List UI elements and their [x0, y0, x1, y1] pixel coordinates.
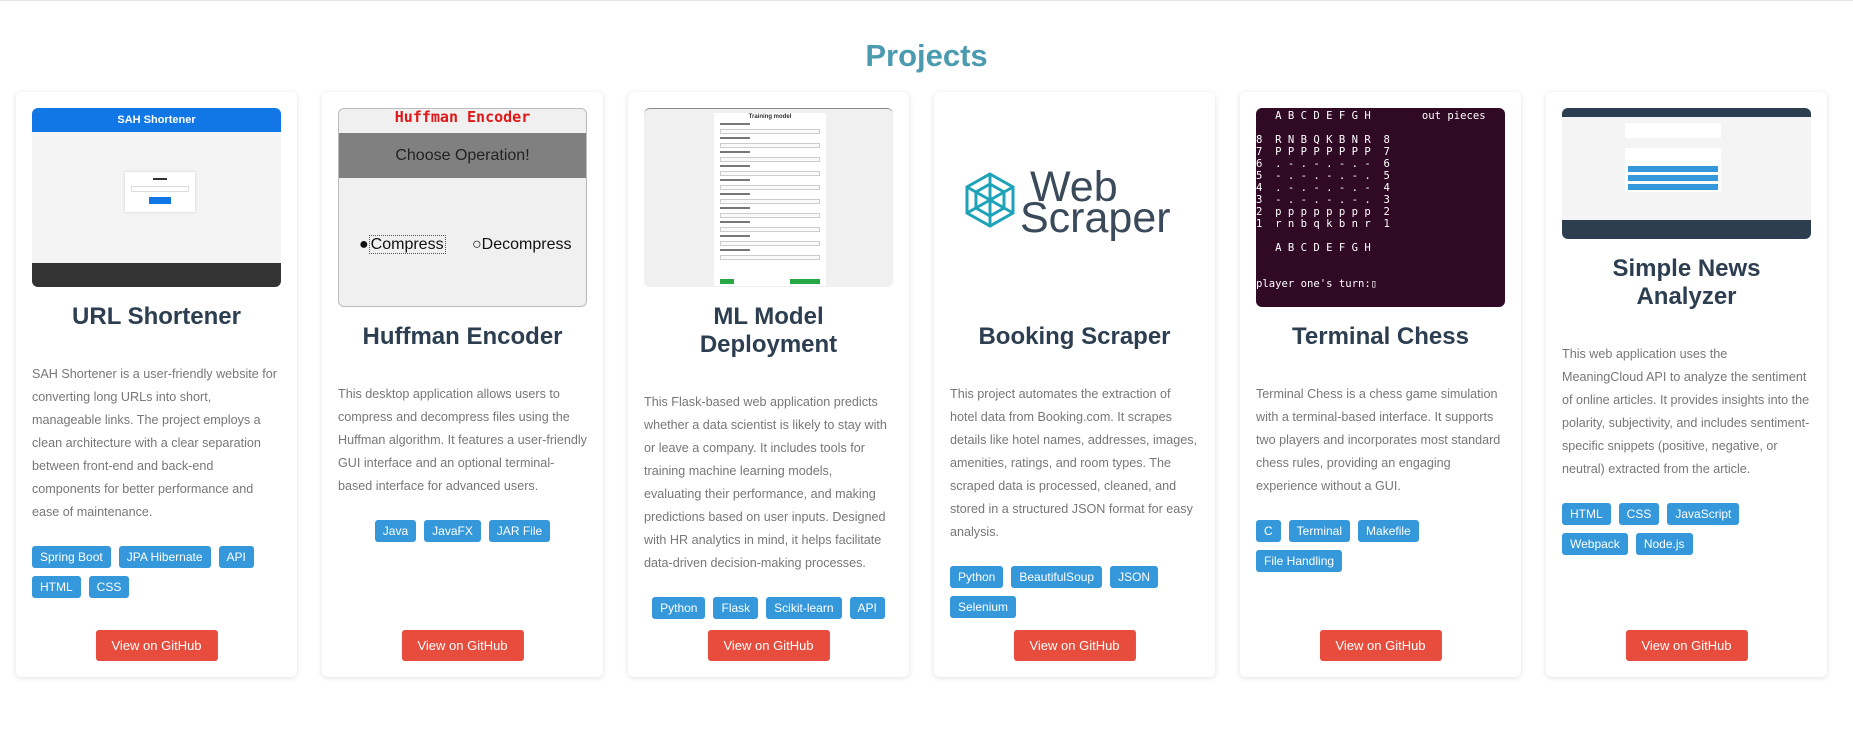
view-github-button[interactable]: View on GitHub: [401, 630, 524, 661]
tag-list: C Terminal Makefile File Handling: [1256, 520, 1505, 572]
tech-tag: BeautifulSoup: [1011, 566, 1103, 588]
projects-grid: SAH Shortener URL Shortener SAH Shortene…: [16, 92, 1827, 677]
tag-list: HTML CSS JavaScript Webpack Node.js: [1562, 503, 1811, 555]
project-screenshot: [1562, 108, 1811, 239]
view-github-button[interactable]: View on GitHub: [95, 630, 218, 661]
project-title: URL Shortener: [72, 303, 241, 330]
tag-list: Python BeautifulSoup JSON Selenium: [950, 566, 1199, 618]
project-title: Booking Scraper: [978, 323, 1171, 350]
project-screenshot: Training model: [644, 108, 893, 287]
project-description: This web application uses the MeaningClo…: [1562, 347, 1810, 476]
tech-tag: JAR File: [488, 520, 551, 542]
thumb-input-panel: [1625, 123, 1721, 138]
project-title: ML Model Deployment: [699, 303, 838, 358]
view-github-button[interactable]: View on GitHub: [1319, 630, 1442, 661]
thumb-navbar: [1562, 108, 1811, 117]
project-description: This project automates the extraction of…: [950, 387, 1198, 539]
project-title: Terminal Chess: [1292, 323, 1469, 350]
tech-tag: Python: [950, 566, 1004, 588]
tech-tag: JavaFX: [424, 520, 481, 542]
thumb-form: [125, 172, 195, 212]
thumb-header: SAH Shortener: [32, 108, 281, 132]
project-description: This Flask-based web application predict…: [644, 395, 887, 570]
project-description: SAH Shortener is a user-friendly website…: [32, 367, 277, 519]
project-card: Web Scraper Booking Scraper This project…: [934, 92, 1215, 677]
thumb-operation-label: Choose Operation!: [339, 133, 586, 178]
project-screenshot: SAH Shortener: [32, 108, 281, 287]
project-card: Training model ML Model Deployment This …: [628, 92, 909, 677]
project-screenshot: Web Scraper: [950, 108, 1199, 307]
tech-tag: Terminal: [1288, 520, 1351, 542]
terminal-output: A B C D E F G H out pieces 8 R N B Q K B…: [1256, 110, 1486, 290]
project-card: SAH Shortener URL Shortener SAH Shortene…: [16, 92, 297, 677]
project-screenshot: Huffman Encoder Choose Operation! ● Compr…: [338, 108, 587, 307]
project-card: Huffman Encoder Choose Operation! ● Compr…: [322, 92, 603, 677]
thumb-radio-compress: ● Compress: [359, 235, 446, 254]
tech-tag: Makefile: [1358, 520, 1419, 542]
tag-list: Spring Boot JPA Hibernate API HTML CSS: [32, 546, 281, 598]
thumb-form: Training model: [714, 113, 826, 286]
tech-tag: Flask: [713, 597, 759, 619]
tech-tag: CSS: [88, 576, 130, 598]
web-scraper-logo: Web Scraper: [965, 163, 1171, 242]
tech-tag: Spring Boot: [32, 546, 111, 568]
tag-list: Java JavaFX JAR File: [338, 520, 587, 542]
project-card: Simple News Analyzer This web applicatio…: [1546, 92, 1827, 677]
project-description: This desktop application allows users to…: [338, 387, 587, 493]
tech-tag: JavaScript: [1667, 503, 1740, 525]
thumb-footer: [1562, 220, 1811, 239]
section-title: Projects: [865, 38, 988, 73]
view-github-button[interactable]: View on GitHub: [707, 630, 830, 661]
view-github-button[interactable]: View on GitHub: [1625, 630, 1748, 661]
project-description: Terminal Chess is a chess game simulatio…: [1256, 387, 1501, 493]
project-screenshot: A B C D E F G H out pieces 8 R N B Q K B…: [1256, 108, 1505, 307]
tech-tag: API: [218, 546, 254, 568]
tech-tag: JSON: [1110, 566, 1159, 588]
tech-tag: C: [1256, 520, 1281, 542]
thumb-radio-decompress: ○Decompress: [472, 236, 572, 253]
tech-tag: Scikit-learn: [766, 597, 842, 619]
tech-tag: HTML: [32, 576, 81, 598]
tech-tag: CSS: [1618, 503, 1660, 525]
tech-tag: HTML: [1562, 503, 1611, 525]
tech-tag: File Handling: [1256, 550, 1343, 572]
tech-tag: Python: [652, 597, 706, 619]
svg-text:Scraper: Scraper: [1020, 194, 1171, 242]
project-title: Simple News Analyzer: [1612, 255, 1761, 310]
view-github-button[interactable]: View on GitHub: [1013, 630, 1136, 661]
tech-tag: Node.js: [1635, 533, 1693, 555]
project-title: Huffman Encoder: [362, 323, 563, 350]
tech-tag: Selenium: [950, 596, 1017, 618]
project-card: A B C D E F G H out pieces 8 R N B Q K B…: [1240, 92, 1521, 677]
top-divider: [0, 0, 1853, 1]
tech-tag: API: [849, 597, 885, 619]
tech-tag: JPA Hibernate: [118, 546, 211, 568]
tech-tag: Java: [374, 520, 417, 542]
thumb-footer: [32, 263, 281, 287]
thumb-header: Huffman Encoder: [394, 108, 531, 126]
tag-list: Python Flask Scikit-learn API: [644, 597, 893, 619]
tech-tag: Webpack: [1562, 533, 1628, 555]
